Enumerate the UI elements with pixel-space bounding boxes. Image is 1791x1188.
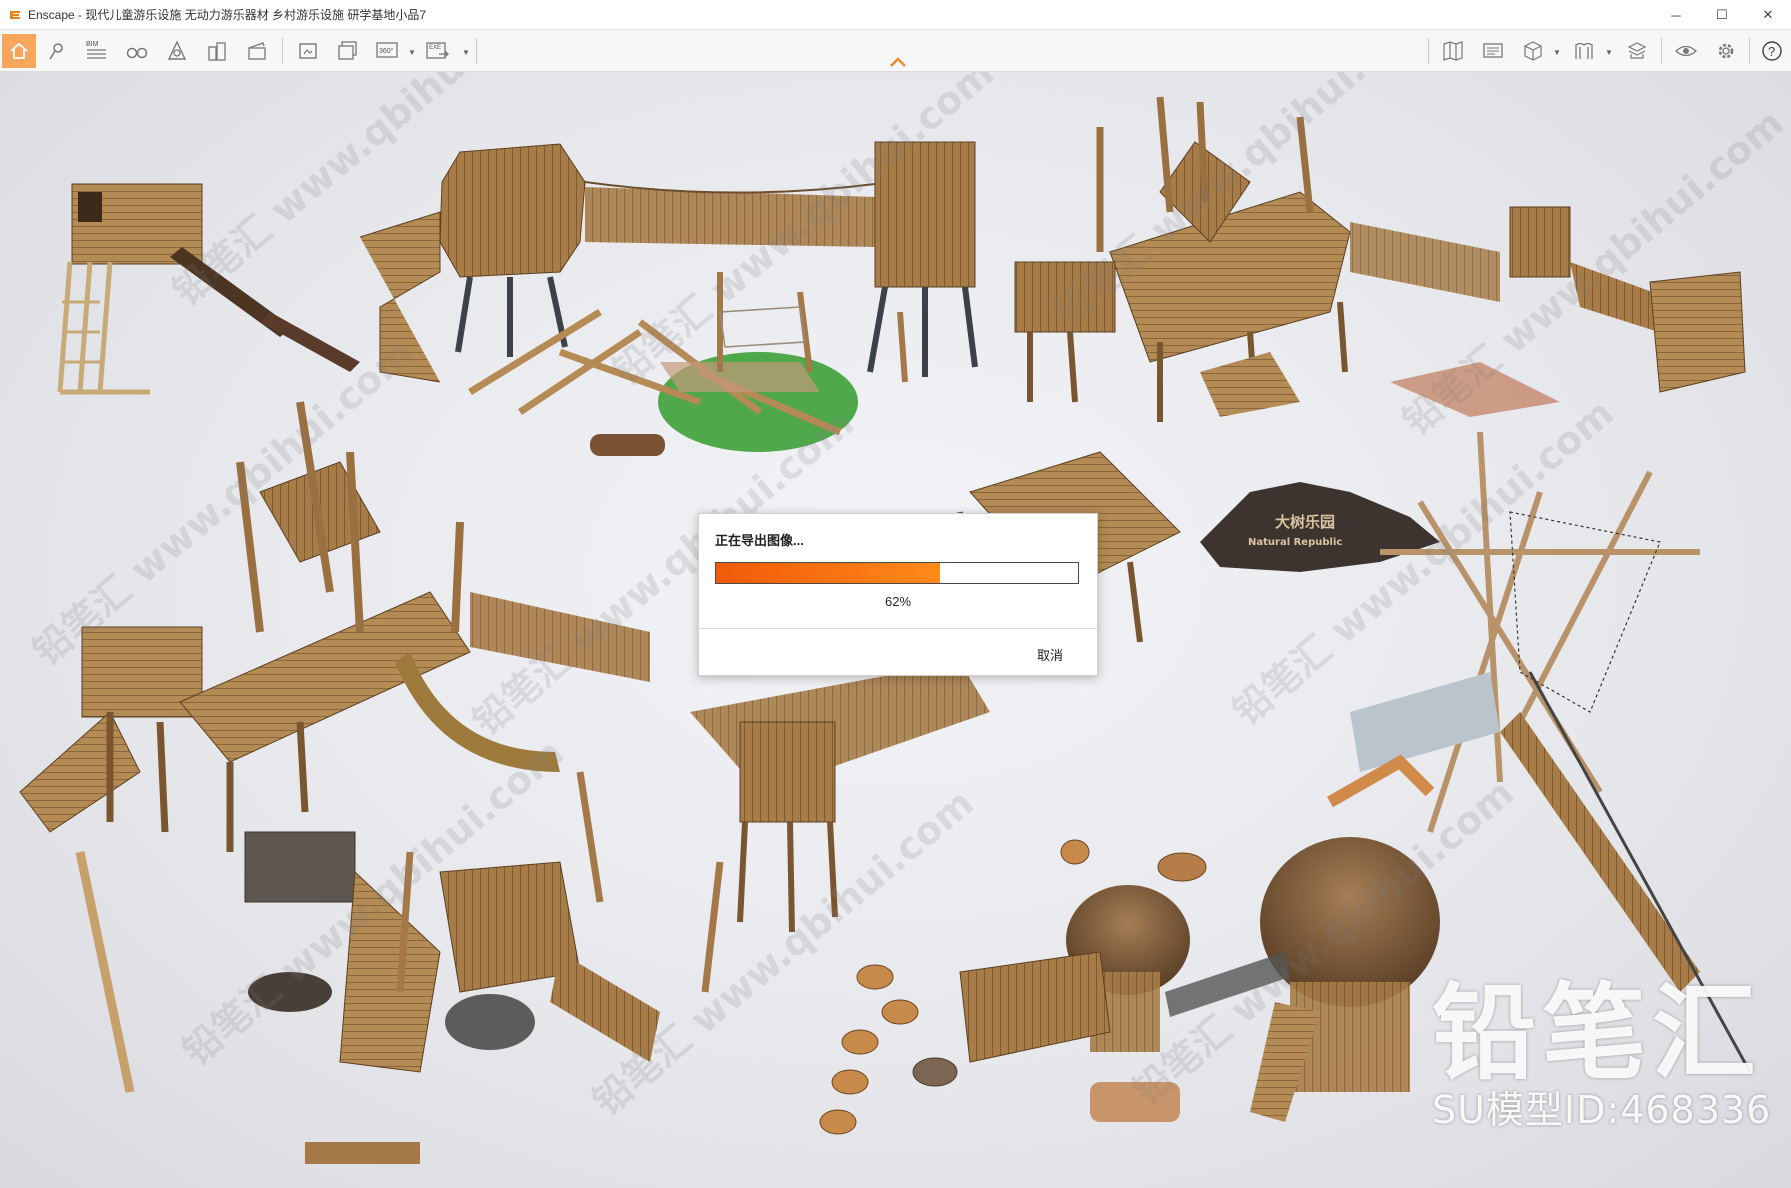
cancel-button[interactable]: 取消 xyxy=(1031,643,1069,666)
map-icon xyxy=(1443,41,1463,61)
eye-icon xyxy=(1675,45,1697,57)
home-button[interactable] xyxy=(2,34,36,68)
exe-export-icon: EXE xyxy=(426,42,449,59)
toolbar-separator xyxy=(1428,38,1429,64)
clapper-icon xyxy=(248,42,266,60)
exe-export-button[interactable]: EXE xyxy=(421,34,455,68)
bim-list-icon: BIM xyxy=(86,41,106,59)
dialog-divider xyxy=(699,628,1097,629)
panorama-dropdown-chevron-icon[interactable]: ▼ xyxy=(408,48,416,57)
brand-watermark: 铅笔汇 SU模型ID:468336 xyxy=(1432,977,1782,1131)
close-button[interactable]: ✕ xyxy=(1745,0,1791,30)
dialog-title: 正在导出图像... xyxy=(715,533,804,548)
visual-settings-button[interactable] xyxy=(1669,34,1703,68)
cube-button[interactable] xyxy=(1516,34,1550,68)
map-button[interactable] xyxy=(1436,34,1470,68)
display-icon xyxy=(1483,43,1503,58)
brand-name: 铅笔汇 xyxy=(1432,972,1763,1094)
natural-republic-sign: 大树乐园 Natural Republic xyxy=(1200,482,1440,572)
compass-button[interactable] xyxy=(160,34,194,68)
screenshot-icon xyxy=(299,43,317,59)
window-title: Enscape - 现代儿童游乐设施 无动力游乐器材 乡村游乐设施 研学基地小品… xyxy=(28,8,427,22)
toolbar-separator xyxy=(1661,38,1662,64)
collapse-toolbar-chevron-icon[interactable] xyxy=(889,56,907,68)
asset-library-icon xyxy=(1627,42,1647,59)
svg-text:?: ? xyxy=(1768,44,1775,59)
progress-bar-fill xyxy=(716,563,941,583)
views-button[interactable] xyxy=(1567,34,1601,68)
window-controls: ─ ☐ ✕ xyxy=(1653,0,1791,30)
buildings-icon xyxy=(208,42,226,61)
export-progress-dialog: 正在导出图像... 62% 取消 xyxy=(698,513,1098,676)
batch-render-icon xyxy=(338,41,357,60)
panorama-button[interactable]: 360° xyxy=(371,34,405,68)
bim-button[interactable]: BIM xyxy=(80,34,114,68)
progress-bar xyxy=(715,562,1079,584)
svg-text:360°: 360° xyxy=(379,47,394,55)
asset-library-button[interactable] xyxy=(1620,34,1654,68)
progress-percent-label: 62% xyxy=(884,594,912,609)
map-pin-icon xyxy=(49,43,63,60)
svg-text:BIM: BIM xyxy=(86,41,99,48)
maximize-button[interactable]: ☐ xyxy=(1699,0,1745,30)
buildings-button[interactable] xyxy=(200,34,234,68)
help-button[interactable]: ? xyxy=(1755,34,1789,68)
location-button[interactable] xyxy=(40,34,74,68)
screenshot-button[interactable] xyxy=(291,34,325,68)
gear-icon xyxy=(1718,43,1734,59)
toolbar-separator xyxy=(1749,38,1750,64)
toolbar-separator xyxy=(282,38,283,64)
panorama-icon: 360° xyxy=(376,42,398,58)
batch-render-button[interactable] xyxy=(331,34,365,68)
enscape-logo-icon xyxy=(8,8,22,22)
title-bar: Enscape - 现代儿童游乐设施 无动力游乐器材 乡村游乐设施 研学基地小品… xyxy=(0,0,1791,30)
views-dropdown-chevron-icon[interactable]: ▼ xyxy=(1605,48,1613,57)
toolbar-separator xyxy=(476,38,477,64)
log-climbing-frame-on-grass xyxy=(468,272,908,456)
large-deck-structure xyxy=(1014,96,1746,422)
svg-text:EXE: EXE xyxy=(429,45,441,51)
export-dropdown-chevron-icon[interactable]: ▼ xyxy=(462,48,470,57)
model-id: SU模型ID:468336 xyxy=(1432,1088,1772,1132)
minimize-button[interactable]: ─ xyxy=(1653,0,1699,30)
svg-text:大树乐园: 大树乐园 xyxy=(1275,513,1335,531)
mushroom-houses xyxy=(959,754,1440,1122)
cube-icon xyxy=(1524,41,1542,61)
video-editor-button[interactable] xyxy=(240,34,274,68)
question-icon: ? xyxy=(1762,41,1782,61)
svg-text:Natural Republic: Natural Republic xyxy=(1248,537,1342,548)
general-settings-button[interactable] xyxy=(1709,34,1743,68)
display-settings-button[interactable] xyxy=(1476,34,1510,68)
home-icon xyxy=(10,42,28,59)
binoculars-button[interactable] xyxy=(120,34,154,68)
stump-playground-cluster xyxy=(75,771,724,1164)
compass-icon xyxy=(167,40,187,60)
small-tower-with-slide xyxy=(57,183,360,395)
cube-dropdown-chevron-icon[interactable]: ▼ xyxy=(1553,48,1561,57)
binoculars-icon xyxy=(126,47,148,59)
bookmark-icon xyxy=(1575,42,1593,59)
tower-deck-with-slide xyxy=(19,401,650,852)
